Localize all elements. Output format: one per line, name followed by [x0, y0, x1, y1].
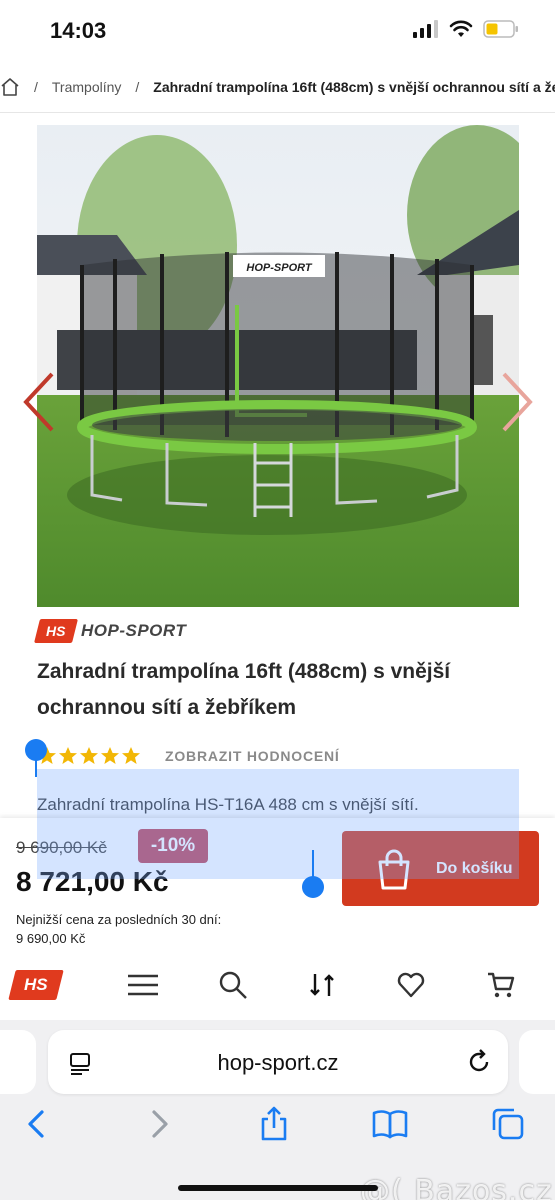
brand-logo[interactable]: HS HOP-SPORT: [34, 618, 187, 644]
brand-name: HOP-SPORT: [81, 621, 187, 640]
menu-icon[interactable]: [128, 970, 158, 1000]
site-nav: HS: [0, 958, 555, 1020]
site-logo[interactable]: HS: [8, 970, 64, 1000]
image-next-arrow-icon[interactable]: [500, 372, 534, 432]
breadcrumb-category-link[interactable]: Trampolíny: [52, 79, 122, 95]
star-icon: [59, 747, 77, 764]
home-indicator[interactable]: [178, 1185, 378, 1191]
breadcrumb-current: Zahradní trampolína 16ft (488cm) s vnějš…: [153, 79, 555, 95]
net-brand-label: HOP-SPORT: [246, 262, 312, 274]
star-icon: [80, 747, 98, 764]
signal-icon: [413, 20, 438, 38]
breadcrumb: / Trampolíny / Zahradní trampolína 16ft …: [0, 66, 555, 108]
status-icons: [413, 20, 519, 38]
selection-handle-end[interactable]: [302, 876, 324, 898]
reload-icon[interactable]: [466, 1049, 492, 1075]
star-icon: [122, 747, 140, 764]
forward-icon[interactable]: [140, 1106, 176, 1142]
text-selection-highlight: [37, 818, 519, 879]
home-icon[interactable]: [0, 76, 20, 98]
cart-icon[interactable]: [486, 970, 516, 1000]
browser-bottom-bar: hop-sport.cz @( Bazos.cz: [0, 1020, 555, 1200]
back-icon[interactable]: [20, 1106, 56, 1142]
breadcrumb-separator: /: [135, 79, 140, 95]
search-icon[interactable]: [218, 970, 248, 1000]
rating-stars: [37, 746, 141, 766]
heart-icon[interactable]: [396, 970, 426, 1000]
product-image[interactable]: HOP-SPORT: [37, 125, 519, 607]
status-time: 14:03: [50, 18, 107, 43]
bookmarks-icon[interactable]: [372, 1106, 408, 1142]
star-icon: [101, 747, 119, 764]
tabs-icon[interactable]: [490, 1106, 526, 1142]
show-reviews-link[interactable]: ZOBRAZIT HODNOCENÍ: [165, 748, 340, 764]
address-bar[interactable]: hop-sport.cz: [48, 1030, 508, 1094]
watermark: @( Bazos.cz: [360, 1174, 553, 1200]
rating: ZOBRAZIT HODNOCENÍ: [37, 746, 340, 766]
lowest-price-label: Nejnižší cena za posledních 30 dní:: [16, 912, 222, 927]
wifi-icon: [449, 20, 473, 37]
image-prev-arrow-icon[interactable]: [22, 372, 56, 432]
share-icon[interactable]: [256, 1106, 292, 1142]
status-bar: 14:03: [0, 0, 555, 62]
selection-handle-start[interactable]: [25, 739, 47, 761]
prev-tab-preview[interactable]: [0, 1030, 36, 1094]
compare-icon[interactable]: [307, 970, 337, 1000]
lowest-price-value: 9 690,00 Kč: [16, 931, 86, 946]
url-text: hop-sport.cz: [217, 1050, 339, 1075]
brand-mark: HS: [34, 619, 78, 643]
next-tab-preview[interactable]: [519, 1030, 555, 1094]
product-title: Zahradní trampolína 16ft (488cm) s vnějš…: [37, 660, 451, 719]
divider: [0, 112, 555, 113]
breadcrumb-separator: /: [34, 79, 38, 95]
battery-icon: [483, 20, 518, 38]
